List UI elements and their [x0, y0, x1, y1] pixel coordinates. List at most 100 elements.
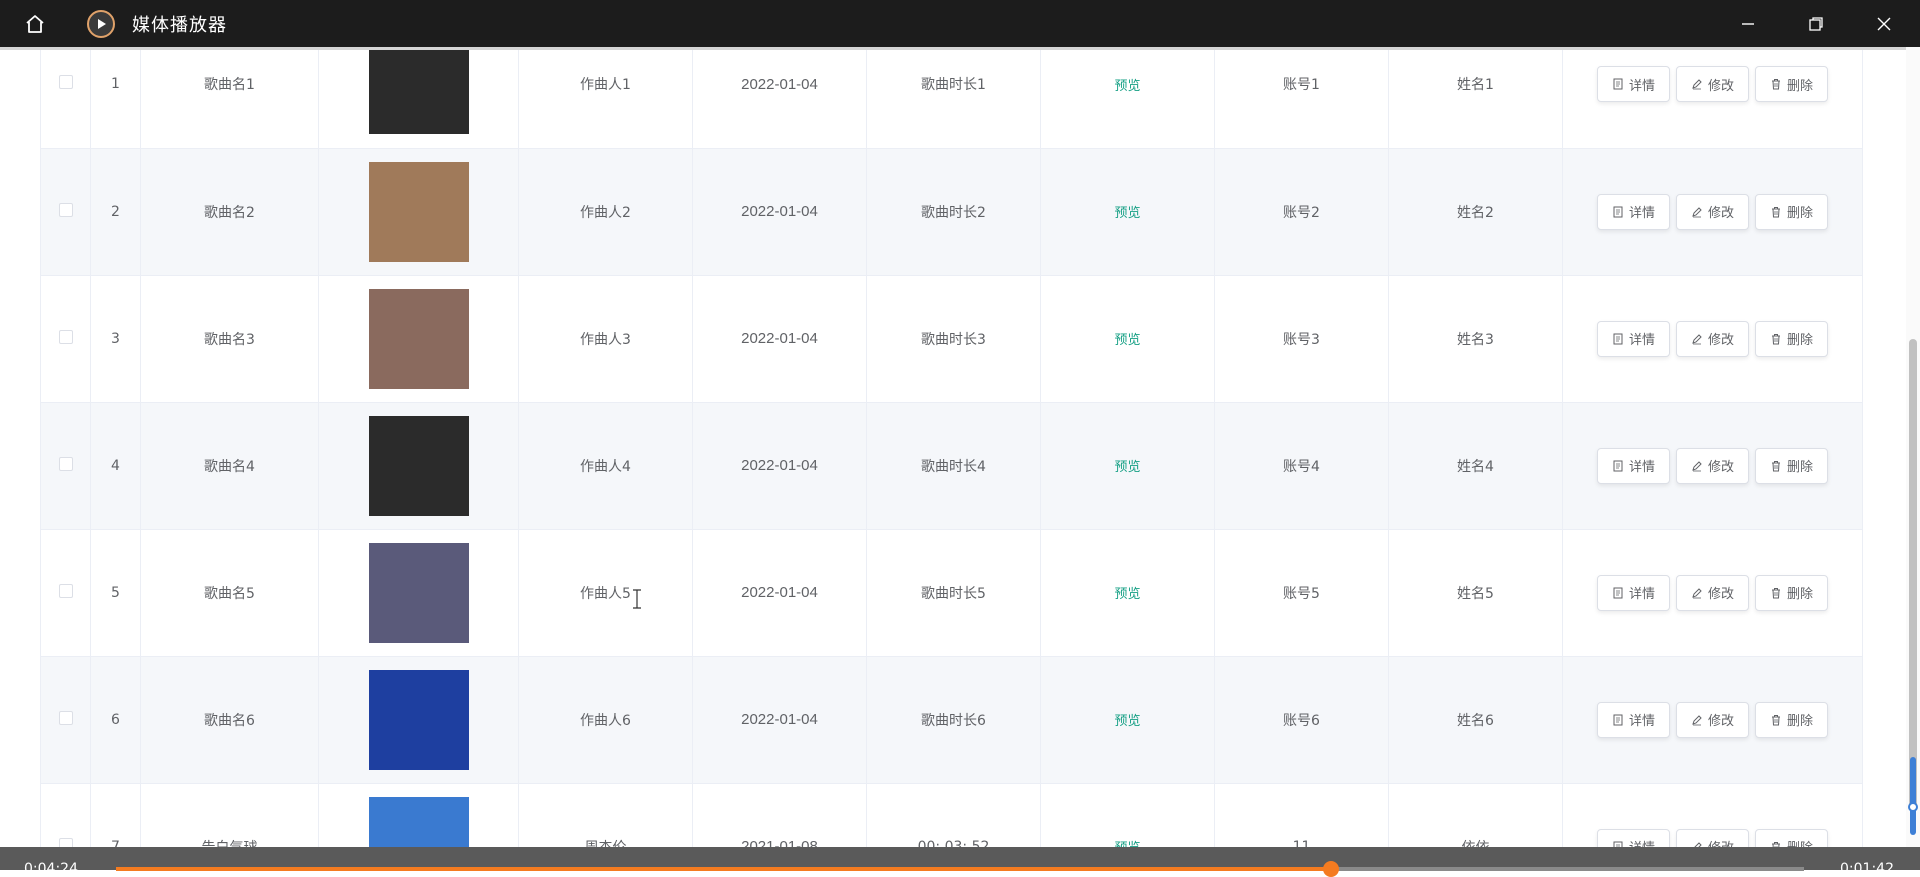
trash-icon — [1772, 714, 1780, 725]
document-icon — [1613, 714, 1623, 725]
seek-bar[interactable] — [116, 861, 1804, 877]
preview-link[interactable]: 预览 — [1114, 714, 1140, 729]
scrollbar-thumb[interactable] — [1909, 339, 1917, 809]
actions-cell: 详情 修改 删除 — [1562, 275, 1863, 403]
account-cell: 账号5 — [1214, 529, 1389, 657]
song-name-cell: 歌曲名3 — [140, 275, 319, 403]
cover-image[interactable] — [368, 542, 469, 643]
minimize-icon — [1742, 22, 1754, 25]
seek-bar-handle[interactable] — [1323, 861, 1340, 877]
table-row[interactable]: 5 歌曲名5 作曲人5 2022-01-04 歌曲时长5 预览 账号5 姓名5 详情 修改 删除 — [40, 529, 1863, 657]
preview-link[interactable]: 预览 — [1114, 206, 1140, 221]
table-row[interactable]: 7告白气球 周杰伦2021-01-0800: 03: 52预览11依依详情 修改 删除 — [40, 783, 1863, 847]
edit-button[interactable]: 修改 — [1675, 447, 1749, 484]
row-checkbox[interactable] — [58, 583, 73, 598]
table-row[interactable]: 1 歌曲名1 作曲人1 2022-01-04 歌曲时长1 预览 账号1 姓名1 详情 修改 删除 — [40, 47, 1863, 149]
edit-button[interactable]: 修改 — [1675, 701, 1749, 738]
delete-button[interactable]: 删除 — [1755, 66, 1829, 103]
delete-button[interactable]: 删除 — [1755, 447, 1829, 484]
table-row[interactable]: 2 歌曲名2 作曲人2 2022-01-04 歌曲时长2 预览 账号2 姓名2 详情 修改 删除 — [40, 148, 1863, 276]
delete-button-label: 删除 — [1787, 206, 1814, 221]
edit-button[interactable]: 修改 — [1675, 320, 1749, 357]
row-select-cell — [40, 148, 91, 276]
preview-link[interactable]: 预览 — [1114, 460, 1140, 475]
seek-bar-fill — [116, 867, 1332, 871]
actions-cell: 详情 修改 删除 — [1562, 47, 1863, 149]
preview-link[interactable]: 预览 — [1114, 333, 1140, 348]
document-icon — [1613, 333, 1623, 344]
delete-button-label: 删除 — [1787, 714, 1814, 729]
cover-image[interactable] — [368, 161, 469, 262]
maximize-button[interactable] — [1782, 0, 1850, 47]
account-cell: 账号6 — [1214, 656, 1389, 784]
close-button[interactable] — [1850, 0, 1918, 47]
row-checkbox[interactable] — [58, 202, 73, 217]
delete-button[interactable]: 删除 — [1755, 574, 1829, 611]
row-select-cell — [40, 275, 91, 403]
actions-cell: 详情 修改 删除 — [1562, 148, 1863, 276]
delete-button[interactable]: 删除 — [1755, 320, 1829, 357]
row-checkbox[interactable] — [58, 837, 73, 847]
account-cell: 账号2 — [1214, 148, 1389, 276]
duration-cell: 歌曲时长1 — [866, 47, 1041, 149]
actions-cell: 详情 修改 删除 — [1562, 529, 1863, 657]
table-row[interactable]: 6 歌曲名6 作曲人6 2022-01-04 歌曲时长6 预览 账号6 姓名6 详情 修改 删除 — [40, 656, 1863, 784]
home-button[interactable] — [0, 0, 70, 47]
delete-button[interactable]: 删除 — [1755, 828, 1829, 847]
delete-button-label: 删除 — [1787, 333, 1814, 348]
detail-button[interactable]: 详情 — [1596, 66, 1670, 103]
trash-icon — [1772, 587, 1780, 598]
detail-button[interactable]: 详情 — [1596, 193, 1670, 230]
row-checkbox[interactable] — [58, 329, 73, 344]
actions-cell: 详情 修改 删除 — [1562, 656, 1863, 784]
edit-button-label: 修改 — [1708, 837, 1734, 847]
preview-link[interactable]: 预览 — [1114, 587, 1140, 602]
song-name-cell: 歌曲名6 — [140, 656, 319, 784]
edit-button-label: 修改 — [1707, 460, 1734, 475]
delete-button[interactable]: 删除 — [1755, 193, 1829, 230]
index-cell: 4 — [90, 402, 141, 530]
row-checkbox[interactable] — [58, 456, 73, 471]
table-row[interactable]: 4 歌曲名4 作曲人4 2022-01-04 歌曲时长4 预览 账号4 姓名4 详情 修改 删除 — [40, 402, 1863, 530]
pencil-icon — [1692, 206, 1702, 217]
edit-button[interactable]: 修改 — [1675, 193, 1749, 230]
volume-slider-handle[interactable] — [1908, 802, 1918, 812]
preview-cell: 预览 — [1040, 148, 1215, 276]
cover-image[interactable] — [368, 796, 469, 847]
row-checkbox[interactable] — [58, 710, 73, 725]
preview-cell: 预览 — [1040, 529, 1215, 657]
cover-image[interactable] — [368, 288, 469, 389]
date-cell: 2022-01-04 — [692, 47, 867, 149]
index-cell: 3 — [90, 275, 141, 403]
row-checkbox[interactable] — [58, 75, 73, 90]
name-cell: 姓名1 — [1388, 47, 1563, 149]
detail-button[interactable]: 详情 — [1596, 701, 1670, 738]
song-name-cell: 歌曲名1 — [140, 47, 319, 149]
document-icon — [1613, 78, 1623, 90]
edit-button[interactable]: 修改 — [1675, 66, 1749, 103]
cover-image[interactable] — [368, 47, 469, 135]
delete-button[interactable]: 删除 — [1755, 701, 1829, 738]
song-name-cell: 歌曲名2 — [140, 148, 319, 276]
edit-button[interactable]: 修改 — [1675, 574, 1749, 611]
name-cell: 姓名5 — [1388, 529, 1563, 657]
detail-button[interactable]: 详情 — [1596, 574, 1670, 611]
cover-image[interactable] — [368, 669, 469, 770]
song-name-cell: 歌曲名4 — [140, 402, 319, 530]
date-cell: 2022-01-04 — [692, 529, 867, 657]
volume-slider[interactable] — [1910, 757, 1916, 835]
detail-button[interactable]: 详情 — [1596, 828, 1670, 847]
content-area: 1 歌曲名1 作曲人1 2022-01-04 歌曲时长1 预览 账号1 姓名1 详情 修改 删除 2 歌… — [0, 47, 1906, 847]
detail-button[interactable]: 详情 — [1596, 447, 1670, 484]
vertical-scrollbar[interactable] — [1906, 47, 1920, 847]
preview-cell: 预览 — [1040, 656, 1215, 784]
row-select-cell — [40, 529, 91, 657]
name-cell: 依依 — [1388, 783, 1563, 847]
preview-link[interactable]: 预览 — [1114, 79, 1140, 94]
detail-button[interactable]: 详情 — [1596, 320, 1670, 357]
minimize-button[interactable] — [1714, 0, 1782, 47]
table-row[interactable]: 3 歌曲名3 作曲人3 2022-01-04 歌曲时长3 预览 账号3 姓名3 详情 修改 删除 — [40, 275, 1863, 403]
cover-image[interactable] — [368, 415, 469, 516]
edit-button[interactable]: 修改 — [1675, 828, 1749, 847]
document-icon — [1613, 460, 1623, 471]
